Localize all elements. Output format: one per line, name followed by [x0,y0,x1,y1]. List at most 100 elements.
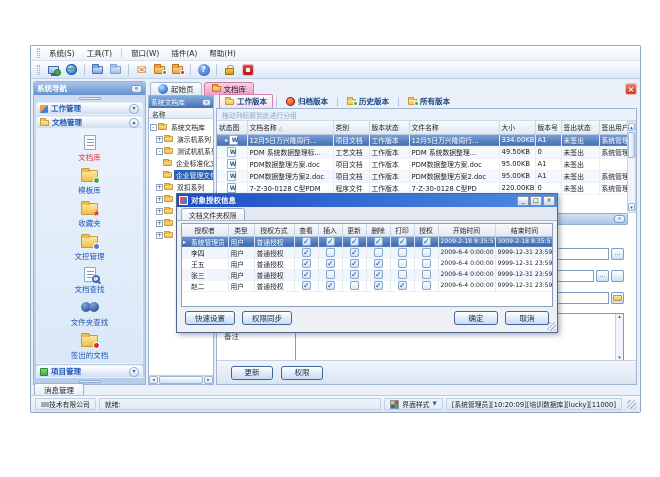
chevron-up-icon[interactable] [129,118,139,128]
sidebar-item-favorites[interactable]: 收藏夹 [37,198,142,231]
tree-node-root[interactable]: 系统文档库 [149,121,213,133]
sidebar-item-template-library[interactable]: 模板库 [37,165,142,198]
folder-remove-icon[interactable] [170,62,185,77]
cancel-button[interactable]: 取消 [505,311,549,325]
column-header-delete[interactable]: 删除 [366,224,390,236]
permission-checkbox-unchecked[interactable] [326,270,335,279]
perm-sync-button[interactable]: 权限同步 [242,311,292,325]
menu-tools[interactable]: 工具(T) [81,47,118,60]
collapse-icon[interactable] [150,124,157,131]
permission-checkbox-checked[interactable] [350,270,359,279]
column-header-docname[interactable]: 文档名称 [247,121,333,134]
menu-system[interactable]: 系统(S) [43,47,81,60]
column-header-print[interactable]: 打印 [390,224,414,236]
group-work-management[interactable]: 工作管理 [36,102,143,115]
maximize-button[interactable] [530,196,542,206]
tree-node[interactable]: 企业标准化文件 [149,157,213,169]
update-button[interactable]: 更新 [231,366,273,380]
table-row[interactable]: PDM数据整理方案2.doc项目文档工作版本PDM数据整理方案2.doc95.0… [217,170,627,182]
permission-checkbox-checked[interactable] [350,248,359,257]
tab-history-version[interactable]: 历史版本 [341,94,395,109]
tree-node-selected[interactable]: 企业管理文件 [149,169,213,181]
computer-sync-icon[interactable] [46,62,61,77]
table-row[interactable]: PDM 系统数据整理标...工艺文档工作版本PDM 系统数据整理...49.50… [217,146,627,158]
column-header-size[interactable]: 大小 [499,121,535,134]
column-header-insert[interactable]: 插入 [318,224,342,236]
clear-button[interactable] [611,270,624,282]
sidebar-item-doc-library[interactable]: 文档库 [37,132,142,165]
collapse-sidebar-button[interactable] [131,85,142,93]
minimize-button[interactable] [517,196,529,206]
column-header-view[interactable]: 查看 [294,224,318,236]
permission-checkbox-checked[interactable] [374,281,383,290]
tab-work-version[interactable]: 工作版本 [219,94,273,109]
column-header-version-status[interactable]: 版本状态 [369,121,409,134]
permission-checkbox-checked[interactable] [326,259,335,268]
permission-checkbox-checked[interactable] [374,259,383,268]
permission-checkbox-checked[interactable] [374,270,383,279]
tab-folder-permissions[interactable]: 文档文件夹权限 [181,208,245,220]
group-doc-management[interactable]: 文档管理 [36,116,143,129]
ellipsis-button[interactable] [596,270,609,282]
close-tab-button[interactable] [625,83,637,95]
permission-checkbox-checked[interactable] [302,248,311,257]
permission-checkbox-unchecked[interactable] [398,270,407,279]
table-row[interactable]: 12月5日万兴隆周行...项目文档工作版本12月5日万兴隆周行...334.00… [217,134,627,146]
tab-all-versions[interactable]: 所有版本 [402,94,456,109]
permission-checkbox-unchecked[interactable] [422,281,431,290]
help-icon[interactable] [196,62,211,77]
globe-icon[interactable] [64,62,79,77]
lock-icon[interactable] [222,62,237,77]
expand-icon[interactable] [156,196,163,203]
table-row[interactable]: 王五用户普通授权2009-6-4 0:00:009999-12-31 23:59… [182,258,553,269]
column-header-grantee[interactable]: 授权者 [182,224,228,236]
tree-node[interactable]: 测试机机系列 [149,145,213,157]
sidebar-item-doc-control[interactable]: 文控管理 [37,231,142,264]
ellipsis-button[interactable] [611,248,624,260]
group-project-management[interactable]: 项目管理 [36,365,143,378]
browse-folder-button[interactable] [611,292,624,304]
permission-checkbox-checked[interactable] [350,259,359,268]
folder-icon[interactable] [108,62,123,77]
permission-checkbox-checked[interactable] [302,270,311,279]
column-header-status[interactable]: 状态图 [217,121,247,134]
tree-column-header[interactable]: 名称 [149,108,213,119]
exit-icon[interactable] [240,62,255,77]
table-row[interactable]: 赵二用户普通授权2009-6-4 0:00:009999-12-31 23:59… [182,280,553,291]
table-row[interactable]: 张三用户普通授权2009-6-4 0:00:009999-12-31 23:59… [182,269,553,280]
statusbar-resize-grip[interactable] [627,400,636,409]
permission-checkbox-unchecked[interactable] [326,248,335,257]
expand-icon[interactable] [156,208,163,215]
tree-node[interactable]: 演示机系列 [149,133,213,145]
ui-style-dropdown[interactable]: 界面样式 [384,398,442,410]
permission-button[interactable]: 权限 [281,366,323,380]
column-header-update[interactable]: 更新 [342,224,366,236]
permission-checkbox-checked[interactable] [302,259,311,268]
permission-checkbox-checked[interactable] [326,237,335,246]
sidebar-item-checked-out[interactable]: 签出的文档 [37,330,142,363]
permission-checkbox-checked[interactable] [374,237,383,246]
column-header-filename[interactable]: 文件名称 [409,121,499,134]
expand-icon[interactable] [156,232,163,239]
close-icon[interactable] [543,196,555,206]
expand-icon[interactable] [156,136,163,143]
sidebar-item-folder-search[interactable]: 文件夹查找 [37,297,142,330]
permission-checkbox-checked[interactable] [398,237,407,246]
column-header-version[interactable]: 版本号 [535,121,561,134]
permission-checkbox-checked[interactable] [302,281,311,290]
tree-h-scrollbar[interactable] [149,375,213,384]
mail-icon[interactable] [134,62,149,77]
column-header-end-time[interactable]: 结束时间 [495,224,553,236]
column-header-auth-mode[interactable]: 授权方式 [254,224,294,236]
sidebar-splitter[interactable] [34,95,145,101]
column-header-authorize[interactable]: 授权 [414,224,438,236]
chevron-down-icon[interactable] [129,104,139,114]
permission-checkbox-unchecked[interactable] [398,259,407,268]
permission-checkbox-checked[interactable] [350,237,359,246]
menu-plugins[interactable]: 插件(A) [165,47,203,60]
permission-checkbox-checked[interactable] [326,281,335,290]
group-by-bar[interactable]: 拖动列标题到此进行分组 [217,109,636,121]
menubar-grip[interactable] [37,48,40,58]
dialog-titlebar[interactable]: 对象授权信息 [177,194,557,207]
folder-mail-icon[interactable] [152,62,167,77]
